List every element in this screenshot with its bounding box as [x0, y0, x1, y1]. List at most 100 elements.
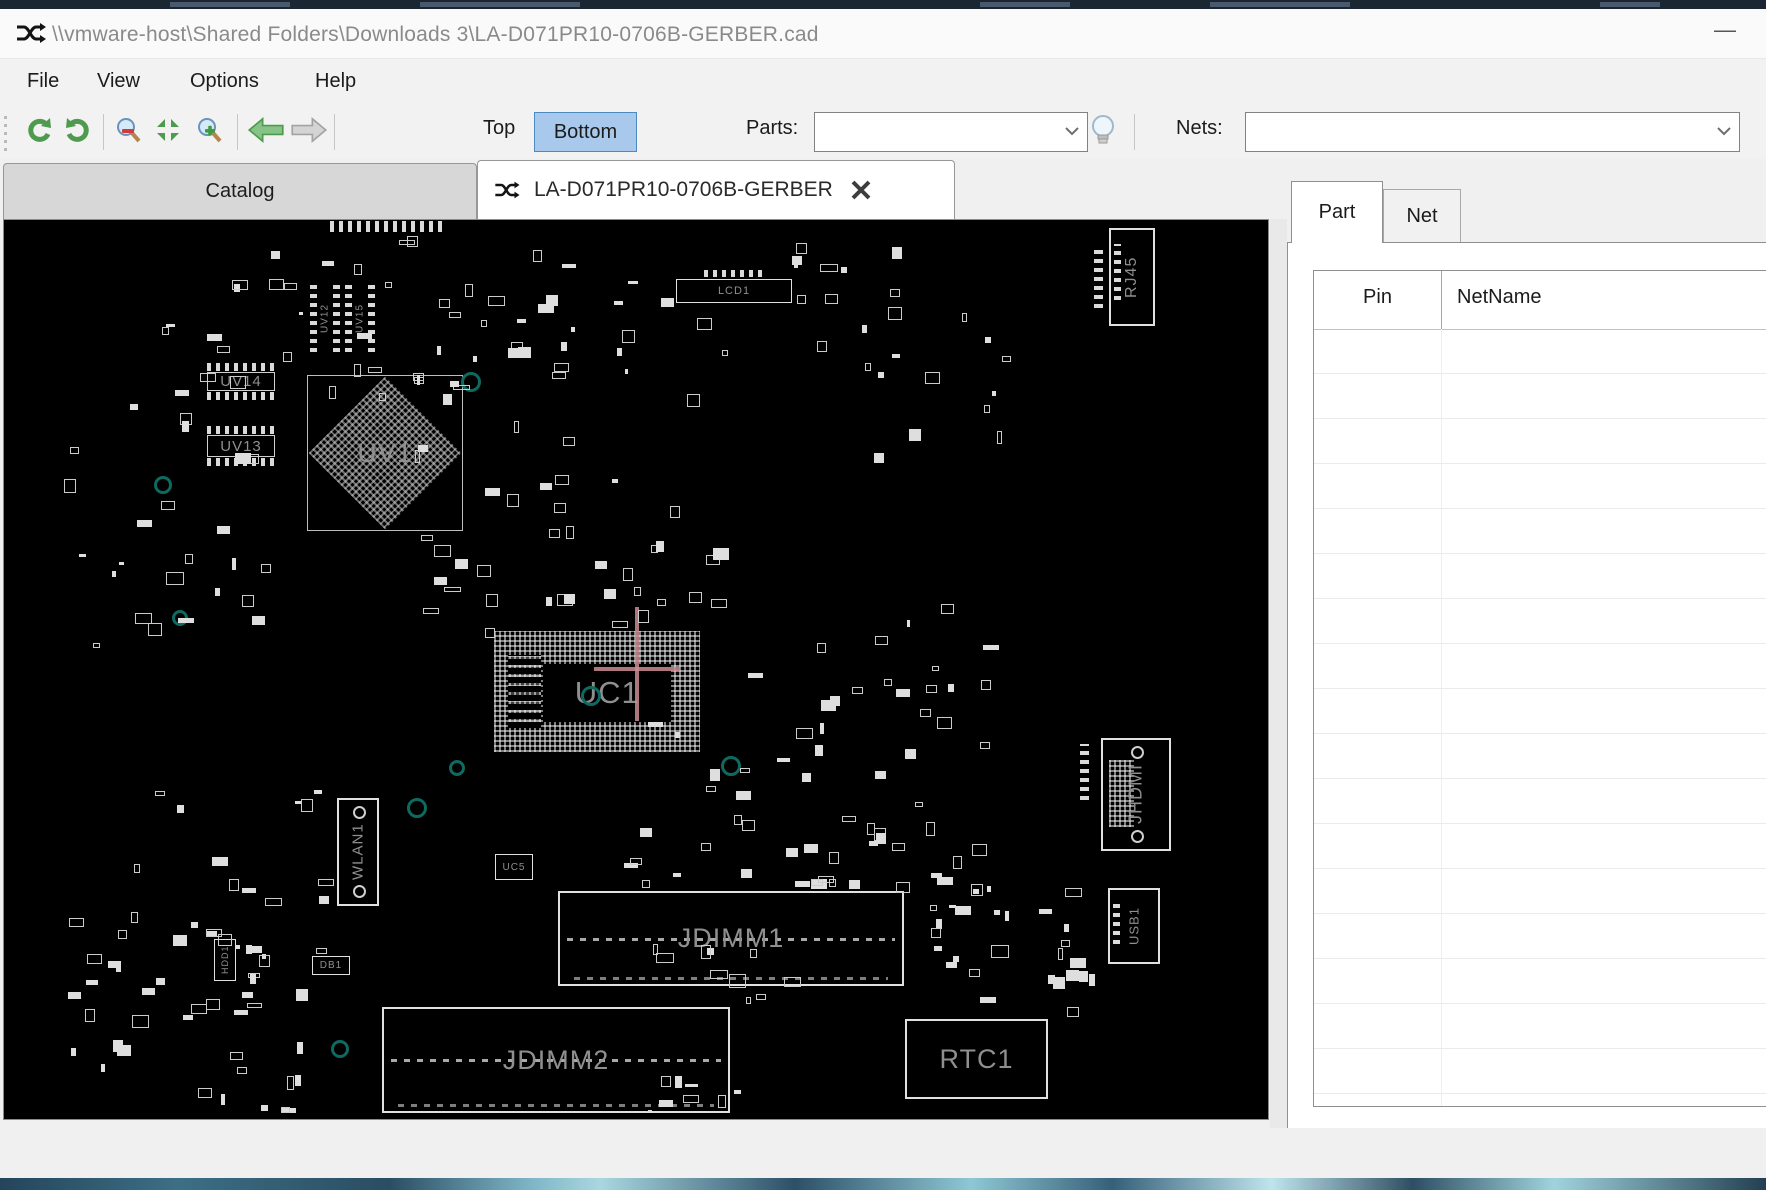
passive-component	[111, 570, 116, 578]
pin-net-table[interactable]: Pin NetName	[1313, 270, 1766, 1107]
passive-component	[840, 266, 847, 273]
table-row[interactable]	[1314, 644, 1766, 689]
passive-component	[674, 731, 680, 738]
menu-help[interactable]: Help	[315, 70, 356, 93]
passive-component	[829, 851, 840, 864]
nets-combobox[interactable]	[1245, 112, 1740, 152]
next-arrow-icon[interactable]	[290, 113, 328, 147]
passive-component	[1070, 958, 1086, 969]
passive-component	[740, 869, 752, 879]
passive-component	[817, 642, 827, 653]
minimize-button[interactable]: —	[1714, 17, 1736, 43]
passive-component	[630, 857, 643, 865]
close-tab-icon[interactable]	[849, 178, 873, 202]
component-label: UC1	[574, 674, 640, 710]
table-row[interactable]	[1314, 599, 1766, 644]
passive-component	[819, 264, 838, 273]
table-row[interactable]	[1314, 554, 1766, 599]
table-row[interactable]	[1314, 419, 1766, 464]
passive-component	[517, 319, 526, 324]
passive-component	[319, 895, 329, 905]
passive-component	[554, 363, 569, 373]
zoom-in-icon[interactable]	[194, 113, 224, 147]
zoom-out-icon[interactable]	[113, 113, 143, 147]
side-tab-part[interactable]: Part	[1291, 181, 1383, 243]
table-row[interactable]	[1314, 374, 1766, 419]
component-label: USB1	[1126, 907, 1142, 945]
table-row[interactable]	[1314, 464, 1766, 509]
passive-component	[996, 431, 1003, 444]
passive-component	[627, 281, 639, 285]
passive-component	[564, 593, 576, 604]
passive-component	[1063, 923, 1069, 932]
fit-screen-icon[interactable]	[153, 113, 183, 147]
passive-component	[197, 1087, 213, 1099]
menu-file[interactable]: File	[27, 70, 59, 93]
passive-component	[378, 392, 387, 402]
menu-view[interactable]: View	[97, 70, 140, 93]
passive-component	[991, 944, 1009, 958]
table-row[interactable]	[1314, 329, 1766, 374]
table-row[interactable]	[1314, 734, 1766, 779]
board-view: LCD1 RJ45 UV12 UV15 UV14 UV13 UV1 UC1 WLAN1 UC5 JD…	[4, 220, 1268, 1119]
rotate-ccw-icon[interactable]	[24, 113, 54, 147]
column-header-netname[interactable]: NetName	[1457, 286, 1541, 309]
via-ring	[407, 798, 427, 818]
passive-component	[258, 955, 271, 968]
component-label: JDIMM1	[677, 923, 785, 953]
passive-component	[682, 1094, 699, 1103]
passive-component	[873, 453, 884, 463]
via-ring	[581, 686, 601, 706]
passive-component	[661, 1075, 671, 1088]
passive-component	[980, 996, 996, 1003]
toolbar-grip[interactable]	[4, 113, 7, 151]
layer-bottom-button[interactable]: Bottom	[534, 112, 637, 152]
passive-component	[78, 554, 87, 558]
passive-component	[705, 785, 716, 793]
tab-catalog[interactable]: Catalog	[3, 163, 477, 219]
layer-top-button[interactable]: Top	[483, 117, 515, 140]
passive-component	[235, 945, 240, 949]
passive-component	[930, 872, 943, 878]
table-row[interactable]	[1314, 824, 1766, 869]
passive-component	[955, 905, 971, 916]
component-label: UV12	[319, 303, 331, 333]
menu-options[interactable]: Options	[190, 70, 259, 93]
panel-splitter[interactable]	[1270, 219, 1287, 1128]
table-row[interactable]	[1314, 1049, 1766, 1094]
tab-document[interactable]: LA-D071PR10-0706B-GERBER	[477, 160, 955, 219]
table-row[interactable]	[1314, 1004, 1766, 1049]
side-tab-net[interactable]: Net	[1383, 189, 1461, 243]
table-row[interactable]	[1314, 689, 1766, 734]
component-label: UC5	[502, 861, 526, 873]
passive-component	[637, 609, 650, 623]
prev-arrow-icon[interactable]	[247, 113, 285, 147]
table-row[interactable]	[1314, 509, 1766, 554]
passive-component	[161, 500, 175, 511]
passive-component	[994, 909, 1001, 915]
passive-component	[423, 607, 439, 615]
passive-component	[700, 945, 712, 959]
passive-component	[235, 452, 251, 465]
passive-component	[697, 318, 713, 330]
passive-component	[142, 987, 155, 995]
column-header-pin[interactable]: Pin	[1314, 286, 1441, 309]
passive-component	[480, 319, 487, 327]
passive-component	[796, 294, 807, 304]
table-row[interactable]	[1314, 914, 1766, 959]
passive-component	[848, 880, 860, 890]
table-row[interactable]	[1314, 869, 1766, 914]
passive-component	[300, 799, 313, 813]
passive-component	[174, 389, 189, 397]
passive-component	[176, 804, 184, 814]
passive-component	[611, 620, 629, 629]
table-row[interactable]	[1314, 959, 1766, 1004]
parts-combobox[interactable]	[814, 112, 1088, 152]
highlight-bulb-icon[interactable]	[1088, 113, 1118, 147]
table-row[interactable]	[1314, 779, 1766, 824]
passive-component	[875, 636, 888, 646]
rotate-cw-icon[interactable]	[63, 113, 93, 147]
passive-component	[931, 927, 941, 938]
board-canvas[interactable]: LCD1 RJ45 UV12 UV15 UV14 UV13 UV1 UC1 WLAN1 UC5 JD…	[3, 219, 1269, 1120]
via-ring	[449, 760, 465, 776]
